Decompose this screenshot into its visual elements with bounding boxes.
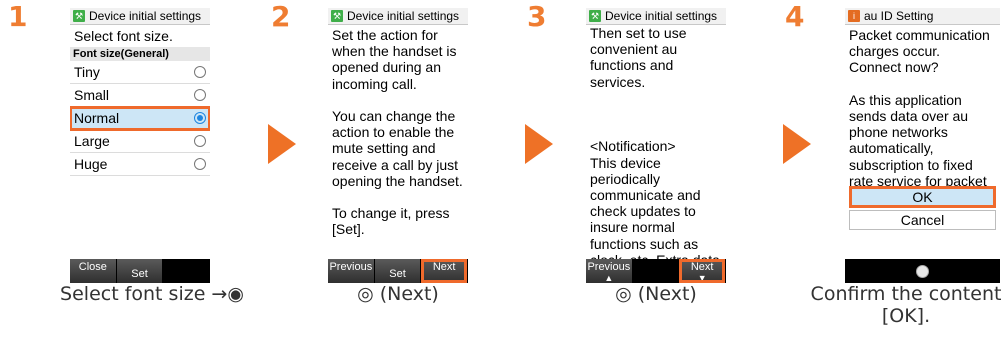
triangle-right-icon xyxy=(783,124,811,164)
title-text: Device initial settings xyxy=(605,9,718,23)
softkey-bar: Previous ▲ Next ▼ xyxy=(586,259,726,283)
caption-2: ◎ (Next) xyxy=(357,283,439,305)
radio-icon xyxy=(194,66,206,79)
triangle-right-icon xyxy=(525,124,553,164)
caption-1: Select font size →◉ xyxy=(60,283,244,305)
softkey-bar: Close Set xyxy=(70,259,210,283)
wrench-icon: ⚒ xyxy=(331,10,343,22)
caption-3: ◎ (Next) xyxy=(615,283,697,305)
title-bar: i au ID Setting xyxy=(845,8,1000,25)
body-text: Then set to use convenient au functions … xyxy=(590,25,720,283)
title-text: au ID Setting xyxy=(864,9,934,23)
center-key-icon[interactable] xyxy=(916,264,929,278)
caret-up-icon: ▲ xyxy=(604,273,614,283)
step-number-2: 2 xyxy=(271,0,291,33)
step-number-1: 1 xyxy=(8,0,28,33)
previous-softkey[interactable]: Previous xyxy=(328,259,374,283)
title-bar: ⚒ Device initial settings xyxy=(70,8,210,25)
softkey-bar: Previous Set Next xyxy=(328,259,468,283)
au-id-icon: i xyxy=(848,10,860,22)
softkey-bar xyxy=(845,259,1000,283)
empty-softkey xyxy=(632,259,679,283)
phone-screen-3: ⚒ Device initial settings Then set to us… xyxy=(586,8,726,283)
option-huge[interactable]: Huge xyxy=(70,153,210,177)
radio-icon xyxy=(194,158,206,171)
title-text: Device initial settings xyxy=(347,9,460,23)
step-number-3: 3 xyxy=(527,0,547,33)
empty-softkey xyxy=(163,259,210,283)
radio-selected-icon xyxy=(194,112,206,125)
set-softkey[interactable]: Set xyxy=(374,259,421,283)
close-softkey[interactable]: Close xyxy=(70,259,116,283)
phone-screen-4: i au ID Setting Packet communication cha… xyxy=(845,8,1000,283)
option-normal[interactable]: Normal xyxy=(70,106,210,132)
radio-icon xyxy=(194,135,206,148)
cancel-button[interactable]: Cancel xyxy=(849,210,996,230)
phone-screen-2: ⚒ Device initial settings Set the action… xyxy=(328,8,468,283)
phone-screen-1: ⚒ Device initial settings Select font si… xyxy=(70,8,210,283)
step-number-4: 4 xyxy=(785,0,805,33)
body-text: Packet communication charges occur. Conn… xyxy=(849,27,990,186)
caption-4: Confirm the content [OK]. xyxy=(810,283,1002,327)
wrench-icon: ⚒ xyxy=(589,10,601,22)
ok-button[interactable]: OK xyxy=(849,186,996,208)
option-small[interactable]: Small xyxy=(70,84,210,108)
set-softkey[interactable]: Set xyxy=(116,259,163,283)
title-bar: ⚒ Device initial settings xyxy=(328,8,468,25)
title-text: Device initial settings xyxy=(89,9,202,23)
next-softkey[interactable]: Next ▼ xyxy=(679,259,726,283)
body-text: Set the action for when the handset is o… xyxy=(332,27,463,238)
previous-softkey[interactable]: Previous ▲ xyxy=(586,259,632,283)
heading: Select font size. xyxy=(74,28,173,44)
triangle-right-icon xyxy=(268,124,296,164)
caret-down-icon: ▼ xyxy=(697,273,707,283)
title-bar: ⚒ Device initial settings xyxy=(586,8,726,25)
next-softkey[interactable]: Next xyxy=(421,259,468,283)
option-large[interactable]: Large xyxy=(70,130,210,154)
radio-icon xyxy=(194,89,206,102)
section-header: Font size(General) xyxy=(70,47,210,62)
option-tiny[interactable]: Tiny xyxy=(70,61,210,85)
wrench-icon: ⚒ xyxy=(73,10,85,22)
